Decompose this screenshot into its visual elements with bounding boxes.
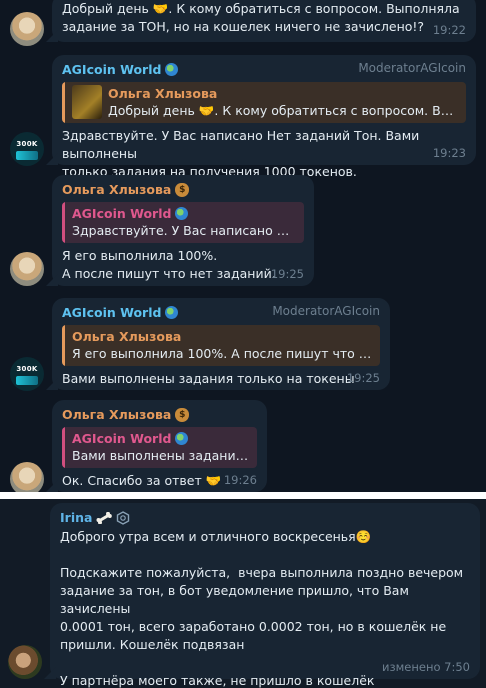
- message-text: Я его выполнила 100%. А после пишут что …: [62, 248, 276, 281]
- avatar-agicoin[interactable]: 300K: [10, 357, 44, 391]
- avatar-label: 300K: [16, 365, 38, 373]
- reply-sender: Ольга Хлызова: [108, 86, 218, 101]
- avatar-agicoin[interactable]: 300K: [10, 132, 44, 166]
- message-time: 19:26: [223, 473, 257, 487]
- chat-panel-bottom: Irina Доброго утра всем и отличного воск…: [0, 499, 486, 688]
- reply-text: Добрый день 🤝. К кому обратиться с вопро…: [108, 103, 458, 118]
- avatar-irina[interactable]: [8, 645, 42, 679]
- globe-emoji-icon: [175, 207, 189, 220]
- money-bag-emoji-icon: $: [175, 407, 190, 422]
- reply-thumbnail: [72, 85, 102, 119]
- message-bubble-agi-1[interactable]: AGIcoin World ModeratorAGIcoin Ольга Хлы…: [52, 55, 476, 179]
- reply-text: Здравствуйте. У Вас написано Нет заданий…: [72, 223, 296, 238]
- custom-badge-icon: [117, 510, 130, 525]
- avatar-graphic: [16, 151, 38, 160]
- message-text: Вами выполнены задания только на токены: [62, 371, 355, 386]
- message-bubble-olga-1[interactable]: Добрый день 🤝. К кому обратиться с вопро…: [52, 0, 476, 42]
- screenshot-separator: [0, 492, 486, 499]
- sender-name[interactable]: Ольга Хлызова $: [62, 181, 304, 198]
- message-time: 19:25: [346, 371, 380, 385]
- avatar-graphic: [16, 376, 38, 385]
- globe-emoji-icon: [175, 432, 189, 445]
- avatar-olga[interactable]: [10, 252, 44, 286]
- reply-sender: Ольга Хлызова: [72, 329, 182, 344]
- reply-text: Я его выполнила 100%. А после пишут что …: [72, 346, 372, 361]
- message-bubble-irina[interactable]: Irina Доброго утра всем и отличного воск…: [50, 503, 480, 688]
- avatar-olga[interactable]: [10, 462, 44, 492]
- reply-quote[interactable]: AGIcoin World Вами выполнены задания тол…: [62, 427, 257, 468]
- sender-name[interactable]: Irina: [60, 509, 470, 526]
- bone-emoji-icon: [96, 511, 113, 524]
- money-bag-emoji-icon: $: [175, 182, 190, 197]
- globe-emoji-icon: [165, 306, 179, 319]
- message-time: 19:25: [270, 267, 304, 281]
- message-time: 19:22: [432, 23, 466, 37]
- message-bubble-olga-2[interactable]: Ольга Хлызова $ AGIcoin World Здравствуй…: [52, 175, 314, 286]
- reply-quote[interactable]: Ольга Хлызова Добрый день 🤝. К кому обра…: [62, 82, 466, 123]
- sender-role: ModeratorAGIcoin: [272, 304, 380, 318]
- reply-sender: AGIcoin World: [72, 205, 296, 222]
- message-time: изменено 7:50: [382, 660, 470, 674]
- sender-name[interactable]: Ольга Хлызова $: [62, 406, 257, 423]
- message-bubble-agi-2[interactable]: AGIcoin World ModeratorAGIcoin Ольга Хлы…: [52, 298, 390, 390]
- reply-sender: AGIcoin World: [72, 430, 249, 447]
- avatar-label: 300K: [16, 140, 38, 148]
- reply-quote[interactable]: Ольга Хлызова Я его выполнила 100%. А по…: [62, 325, 380, 366]
- globe-emoji-icon: [165, 63, 179, 76]
- avatar-olga[interactable]: [10, 12, 44, 46]
- message-text: Добрый день 🤝. К кому обратиться с вопро…: [62, 1, 460, 34]
- message-time: 19:23: [432, 146, 466, 160]
- chat-panel-top: Добрый день 🤝. К кому обратиться с вопро…: [0, 0, 486, 492]
- sender-role: ModeratorAGIcoin: [358, 61, 466, 75]
- message-text: Здравствуйте. У Вас написано Нет заданий…: [62, 128, 420, 179]
- reply-quote[interactable]: AGIcoin World Здравствуйте. У Вас написа…: [62, 202, 304, 243]
- message-bubble-olga-3[interactable]: Ольга Хлызова $ AGIcoin World Вами выпол…: [52, 400, 267, 492]
- reply-text: Вами выполнены задания только на токены: [72, 448, 249, 463]
